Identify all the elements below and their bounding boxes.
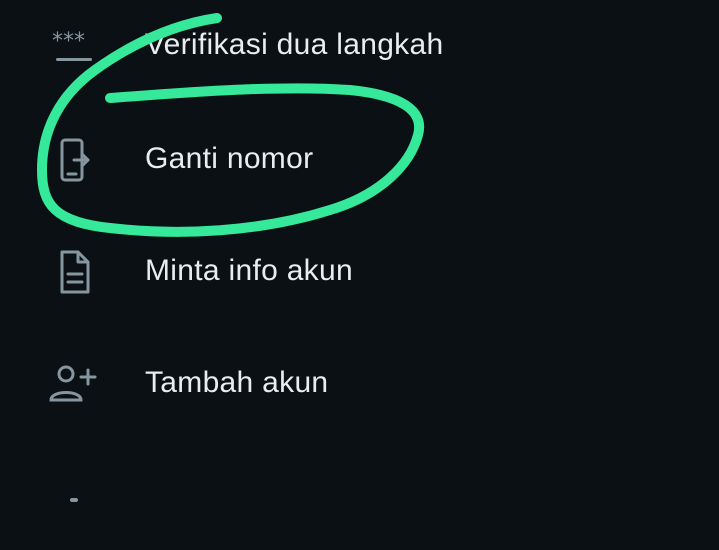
add-person-icon: [44, 354, 104, 414]
menu-item-label[interactable]: Tambah akun: [145, 366, 328, 400]
partial-icon: [44, 466, 104, 526]
menu-item-partial[interactable]: [0, 438, 719, 550]
svg-text:***: ***: [52, 29, 85, 54]
menu-item-change-number[interactable]: Ganti nomor: [0, 102, 719, 214]
menu-item-request-account-info[interactable]: Minta info akun: [0, 214, 719, 326]
menu-item-label: Minta info akun: [145, 254, 353, 287]
menu-item-label: Verifikasi dua langkah: [145, 28, 444, 61]
menu-item-add-account[interactable]: Tambah akun: [0, 326, 719, 438]
menu-item-two-step-verification[interactable]: *** Verifikasi dua langkah: [0, 0, 719, 102]
document-icon: [44, 242, 104, 302]
menu-item-label: Ganti nomor: [145, 142, 314, 175]
settings-menu: *** Verifikasi dua langkah Ganti nomor M…: [0, 0, 719, 502]
phone-transfer-icon: [44, 130, 104, 190]
password-dots-icon: ***: [44, 18, 104, 78]
